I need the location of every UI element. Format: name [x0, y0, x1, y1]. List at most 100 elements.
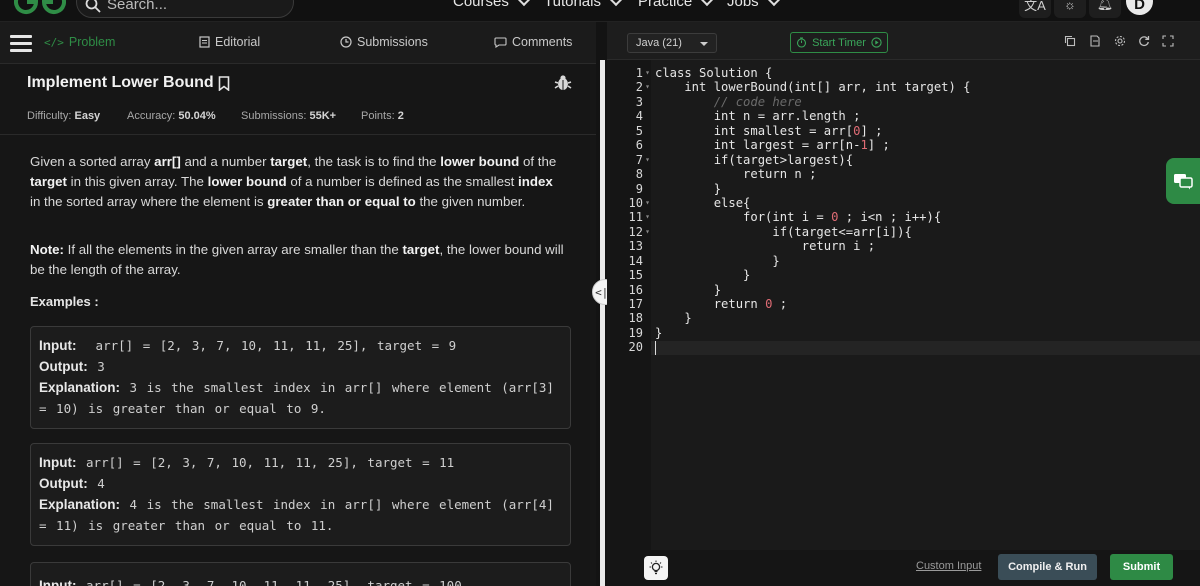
editor-actions: Custom Input Compile & Run Submit: [607, 550, 1200, 586]
code-line: }: [655, 311, 692, 326]
custom-input-link[interactable]: Custom Input: [916, 560, 981, 572]
copy-icon[interactable]: [1064, 35, 1076, 47]
line-number: 10 ▾: [628, 195, 650, 210]
line-number: 17: [628, 297, 643, 311]
line-number: 1 ▾: [635, 66, 650, 80]
chat-float-icon[interactable]: [1166, 158, 1200, 204]
code-line: return 0 ;: [655, 297, 788, 311]
nav-practice[interactable]: Practice: [638, 0, 715, 10]
line-number: 7 ▾: [635, 152, 650, 167]
code-brackets-icon: </>: [44, 35, 64, 49]
start-timer-button[interactable]: Start Timer: [790, 32, 888, 53]
line-number: 20: [628, 340, 643, 355]
code-text[interactable]: class Solution { int lowerBound(int[] ar…: [655, 66, 1200, 355]
line-number: 4: [635, 109, 643, 124]
line-number: 3: [635, 94, 643, 109]
clock-icon: [340, 36, 352, 48]
top-navigation: Search... Courses Tutorials Practice Job…: [0, 0, 1200, 22]
code-editor[interactable]: 1 ▾ 2 ▾ 3 4 5 6 7 ▾ 8 9 10 ▾ 11 ▾ 12 ▾ 13 14 15 16 17 18 19 20 cl…: [607, 60, 1200, 550]
settings-gear-icon[interactable]: [1114, 35, 1126, 47]
line-number: 14: [628, 253, 643, 268]
code-line: class Solution {: [655, 66, 773, 80]
problem-panel: </> Problem Editorial Submissions Commen…: [0, 22, 596, 586]
line-number: 9: [635, 181, 643, 196]
problem-description: Given a sorted array arr[] and a number …: [30, 154, 557, 209]
reset-icon[interactable]: [1138, 35, 1150, 47]
document-icon: [199, 36, 210, 48]
code-line: }: [655, 325, 663, 340]
panel-divider[interactable]: [600, 60, 605, 586]
play-circle-icon: [871, 37, 882, 48]
search-input[interactable]: Search...: [107, 0, 167, 13]
example-3: Input: arr[] = [2, 3, 7, 10, 11, 11, 25]…: [30, 562, 571, 586]
editor-panel: Java (21) Start Timer 1 ▾ 2 ▾ 3 4 5 6 7 ▾ 8 9 10 ▾ 11 ▾…: [607, 22, 1200, 586]
nav-tutorials[interactable]: Tutorials: [544, 0, 624, 10]
timer-icon: [797, 37, 807, 48]
tab-editorial[interactable]: Editorial: [199, 35, 260, 49]
difficulty: Difficulty: Easy: [27, 110, 101, 122]
line-numbers: 1 ▾ 2 ▾ 3 4 5 6 7 ▾ 8 9 10 ▾ 11 ▾ 12 ▾ 13 14 15 16 17 18 19 20: [607, 66, 651, 355]
line-number: 13: [628, 239, 643, 254]
tab-comments[interactable]: Comments: [494, 35, 572, 49]
tab-submissions[interactable]: Submissions: [340, 35, 428, 49]
translate-icon[interactable]: 文A: [1019, 0, 1051, 18]
nav-courses[interactable]: Courses: [453, 0, 531, 10]
import-file-icon[interactable]: [1089, 35, 1101, 47]
chevron-down-icon: [766, 0, 781, 6]
nav-jobs[interactable]: Jobs: [727, 0, 781, 10]
line-number: 12 ▾: [628, 224, 650, 239]
text-cursor: [655, 340, 656, 355]
gfg-logo[interactable]: [14, 0, 66, 16]
line-number: 5: [635, 123, 643, 138]
line-number: 19: [628, 325, 643, 340]
problem-note: Note: If all the elements in the given a…: [30, 242, 564, 277]
compile-run-button[interactable]: Compile & Run: [998, 554, 1097, 580]
chat-bubble-icon: [494, 37, 507, 48]
fold-arrow-icon[interactable]: ▾: [645, 153, 650, 167]
editor-toolbar: Java (21) Start Timer: [607, 22, 1200, 60]
example-1: Input: arr[] = [2, 3, 7, 10, 11, 11, 25]…: [30, 326, 571, 429]
code-line: int smallest = arr[0] ;: [655, 123, 883, 138]
fold-arrow-icon[interactable]: ▾: [645, 66, 650, 80]
submit-button[interactable]: Submit: [1110, 554, 1173, 580]
line-number: 15: [628, 268, 643, 283]
notification-bell-icon[interactable]: 🔔︎: [1089, 0, 1121, 18]
points: Points: 2: [361, 110, 404, 122]
report-bug-icon[interactable]: [554, 74, 572, 92]
fold-arrow-icon[interactable]: ▾: [645, 225, 650, 239]
avatar[interactable]: D: [1126, 0, 1153, 15]
code-line: int largest = arr[n-1] ;: [655, 138, 890, 153]
code-line: }: [655, 268, 751, 283]
example-2: Input: arr[] = [2, 3, 7, 10, 11, 11, 25]…: [30, 443, 571, 546]
code-line: return n ;: [655, 167, 817, 182]
accuracy: Accuracy: 50.04%: [127, 110, 216, 122]
submissions-count: Submissions: 55K+: [241, 110, 337, 122]
chevron-down-icon: [700, 0, 715, 6]
divider: [0, 134, 596, 135]
fold-arrow-icon[interactable]: ▾: [645, 210, 650, 224]
language-select[interactable]: Java (21): [627, 33, 717, 53]
code-line: }: [655, 181, 722, 196]
hamburger-menu-icon[interactable]: [10, 35, 32, 52]
line-number: 18: [628, 311, 643, 326]
code-line: else{: [655, 195, 751, 210]
caret-down-icon: [700, 42, 708, 46]
line-number: 11 ▾: [628, 210, 650, 225]
fullscreen-icon[interactable]: [1162, 35, 1174, 47]
theme-sun-icon[interactable]: ☼: [1054, 0, 1086, 18]
fold-arrow-icon[interactable]: ▾: [645, 80, 650, 94]
fold-arrow-icon[interactable]: ▾: [645, 196, 650, 210]
line-number: 2 ▾: [635, 80, 650, 95]
code-line: if(target>largest){: [655, 152, 854, 167]
chevron-down-icon: [516, 0, 531, 6]
bookmark-icon[interactable]: [218, 75, 230, 91]
line-number: 6: [635, 138, 643, 153]
examples-heading: Examples :: [30, 294, 99, 309]
code-line: }: [655, 282, 722, 297]
code-line: int lowerBound(int[] arr, int target) {: [655, 80, 971, 95]
search-box[interactable]: Search...: [76, 0, 294, 18]
code-line: for(int i = 0 ; i<n ; i++){: [655, 210, 942, 225]
lightbulb-hint-icon[interactable]: [644, 556, 668, 580]
tab-problem[interactable]: </> Problem: [44, 35, 115, 49]
